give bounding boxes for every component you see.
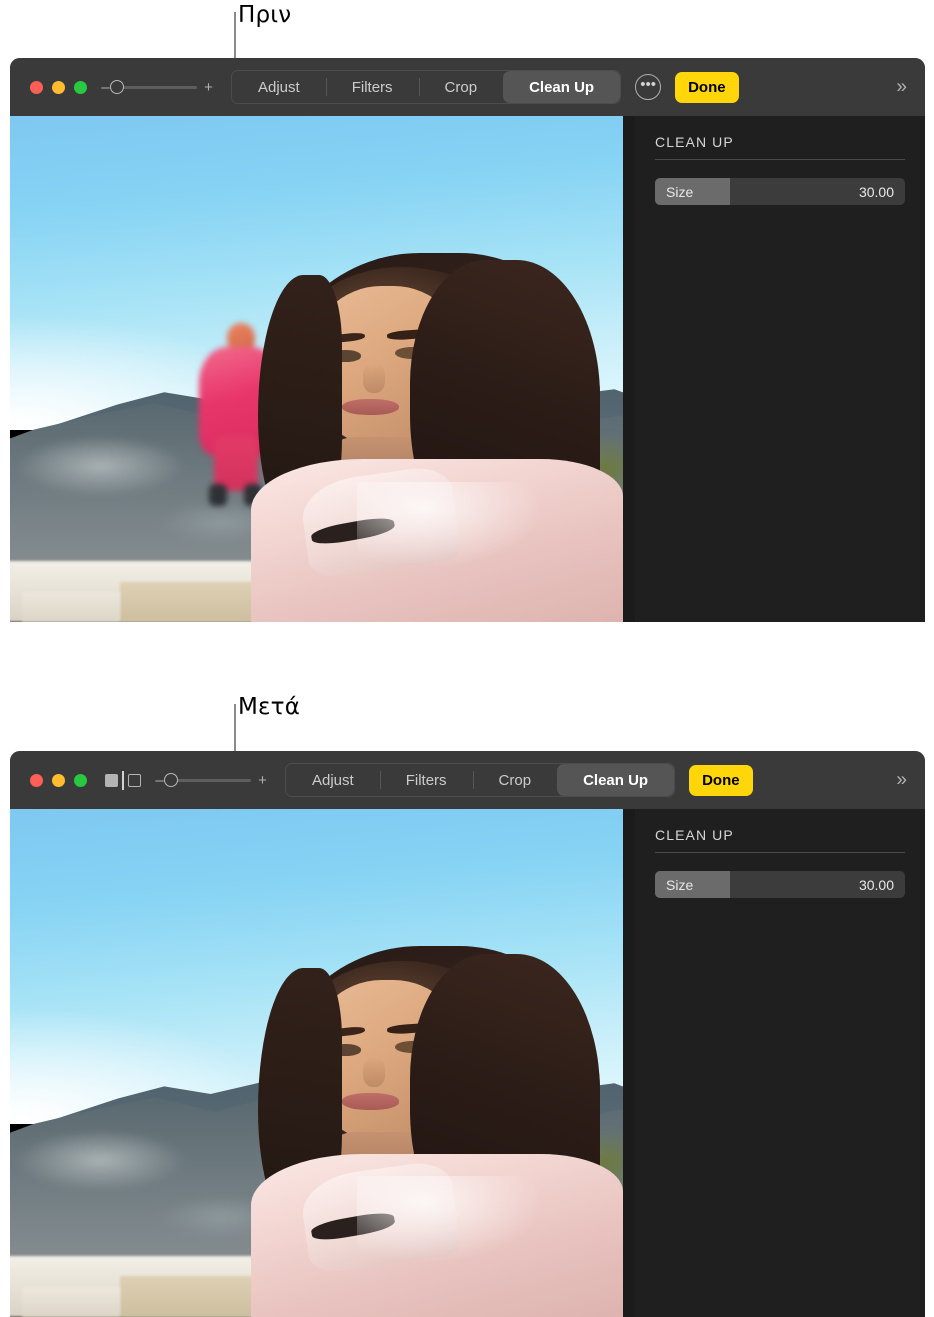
subject-shoulder-highlight [356, 1176, 547, 1266]
done-button[interactable]: Done [689, 764, 753, 796]
photo-scene-before [10, 116, 623, 622]
clean-up-panel-before: CLEAN UP Size 30.00 [635, 116, 925, 622]
before-window: – + Adjust Filters Crop Clean Up ••• Don… [10, 58, 925, 622]
zoom-slider-knob[interactable] [164, 773, 178, 787]
minimize-button-icon[interactable] [52, 773, 65, 787]
after-window-body: CLEAN UP Size 30.00 [10, 809, 925, 1317]
zoom-slider-group[interactable]: – + [155, 773, 267, 788]
panel-title-clean-up: CLEAN UP [655, 134, 734, 150]
subject-lips [341, 398, 399, 416]
after-window: – + Adjust Filters Crop Clean Up Done » [10, 751, 925, 1317]
minimize-button-icon[interactable] [52, 80, 65, 94]
size-slider[interactable]: Size 30.00 [655, 178, 905, 205]
tab-clean-up[interactable]: Clean Up [503, 71, 621, 103]
tab-filters[interactable]: Filters [379, 764, 473, 796]
subject-nose [362, 363, 386, 393]
editor-mode-tabs: Adjust Filters Crop Clean Up [285, 763, 676, 797]
compare-filled-square-icon [105, 773, 118, 787]
size-slider-label: Size [666, 876, 694, 893]
size-slider-label: Size [666, 183, 694, 200]
expand-sidebar-chevron-icon[interactable]: » [896, 771, 907, 790]
more-options-icon[interactable]: ••• [635, 74, 662, 100]
size-slider[interactable]: Size 30.00 [655, 871, 905, 898]
photo-canvas-after[interactable] [10, 809, 623, 1317]
background-person-shoe-left [208, 483, 227, 506]
size-slider-value: 30.00 [858, 183, 894, 200]
traffic-light-group [30, 80, 87, 94]
zoom-out-icon[interactable]: – [155, 773, 164, 788]
tab-adjust[interactable]: Adjust [286, 764, 380, 796]
subject-shoulder-highlight [356, 481, 547, 571]
subject-nose [362, 1057, 386, 1088]
before-window-body: CLEAN UP Size 30.00 [10, 116, 925, 622]
tab-crop[interactable]: Crop [418, 71, 504, 103]
zoom-slider-group[interactable]: – + [101, 80, 213, 95]
close-button-icon[interactable] [30, 773, 43, 787]
panel-divider [655, 852, 905, 853]
tab-crop[interactable]: Crop [472, 764, 558, 796]
zoom-out-icon[interactable]: – [101, 80, 110, 95]
photo-scene-after [10, 809, 623, 1317]
panel-divider [655, 159, 905, 160]
tab-clean-up[interactable]: Clean Up [557, 764, 675, 796]
zoom-slider-knob[interactable] [110, 80, 124, 94]
traffic-light-group [30, 773, 87, 787]
zoom-in-icon[interactable]: + [204, 80, 213, 95]
zoom-button-icon[interactable] [74, 773, 87, 787]
before-window-titlebar: – + Adjust Filters Crop Clean Up ••• Don… [10, 58, 925, 116]
before-after-compare-icon[interactable] [105, 770, 141, 790]
zoom-slider-track[interactable] [164, 773, 251, 787]
done-button[interactable]: Done [675, 71, 739, 103]
subject-woman [243, 946, 623, 1317]
panel-title-clean-up: CLEAN UP [655, 827, 734, 843]
expand-sidebar-chevron-icon[interactable]: » [896, 78, 907, 97]
page-root: Πριν – + Adjust Filters Crop Clean Up ••… [0, 0, 934, 1317]
clean-up-panel-after: CLEAN UP Size 30.00 [635, 809, 925, 1317]
subject-woman [243, 252, 623, 622]
after-window-titlebar: – + Adjust Filters Crop Clean Up Done » [10, 751, 925, 809]
canvas-panel-divider [623, 809, 635, 1317]
wall-stone-left [22, 1286, 121, 1317]
zoom-in-icon[interactable]: + [258, 773, 267, 788]
canvas-panel-divider [623, 116, 635, 622]
editor-mode-tabs: Adjust Filters Crop Clean Up [231, 70, 622, 104]
zoom-slider-track[interactable] [110, 80, 197, 94]
photo-canvas-before[interactable] [10, 116, 623, 622]
callout-label-before: Πριν [238, 2, 292, 28]
zoom-button-icon[interactable] [74, 80, 87, 94]
close-button-icon[interactable] [30, 80, 43, 94]
tab-filters[interactable]: Filters [325, 71, 419, 103]
callout-label-after: Μετά [238, 694, 301, 720]
compare-divider-icon [122, 770, 124, 790]
size-slider-value: 30.00 [858, 876, 894, 893]
compare-outline-square-icon [128, 773, 141, 787]
subject-lips [341, 1092, 399, 1110]
wall-stone-left [22, 591, 121, 622]
tab-adjust[interactable]: Adjust [232, 71, 326, 103]
